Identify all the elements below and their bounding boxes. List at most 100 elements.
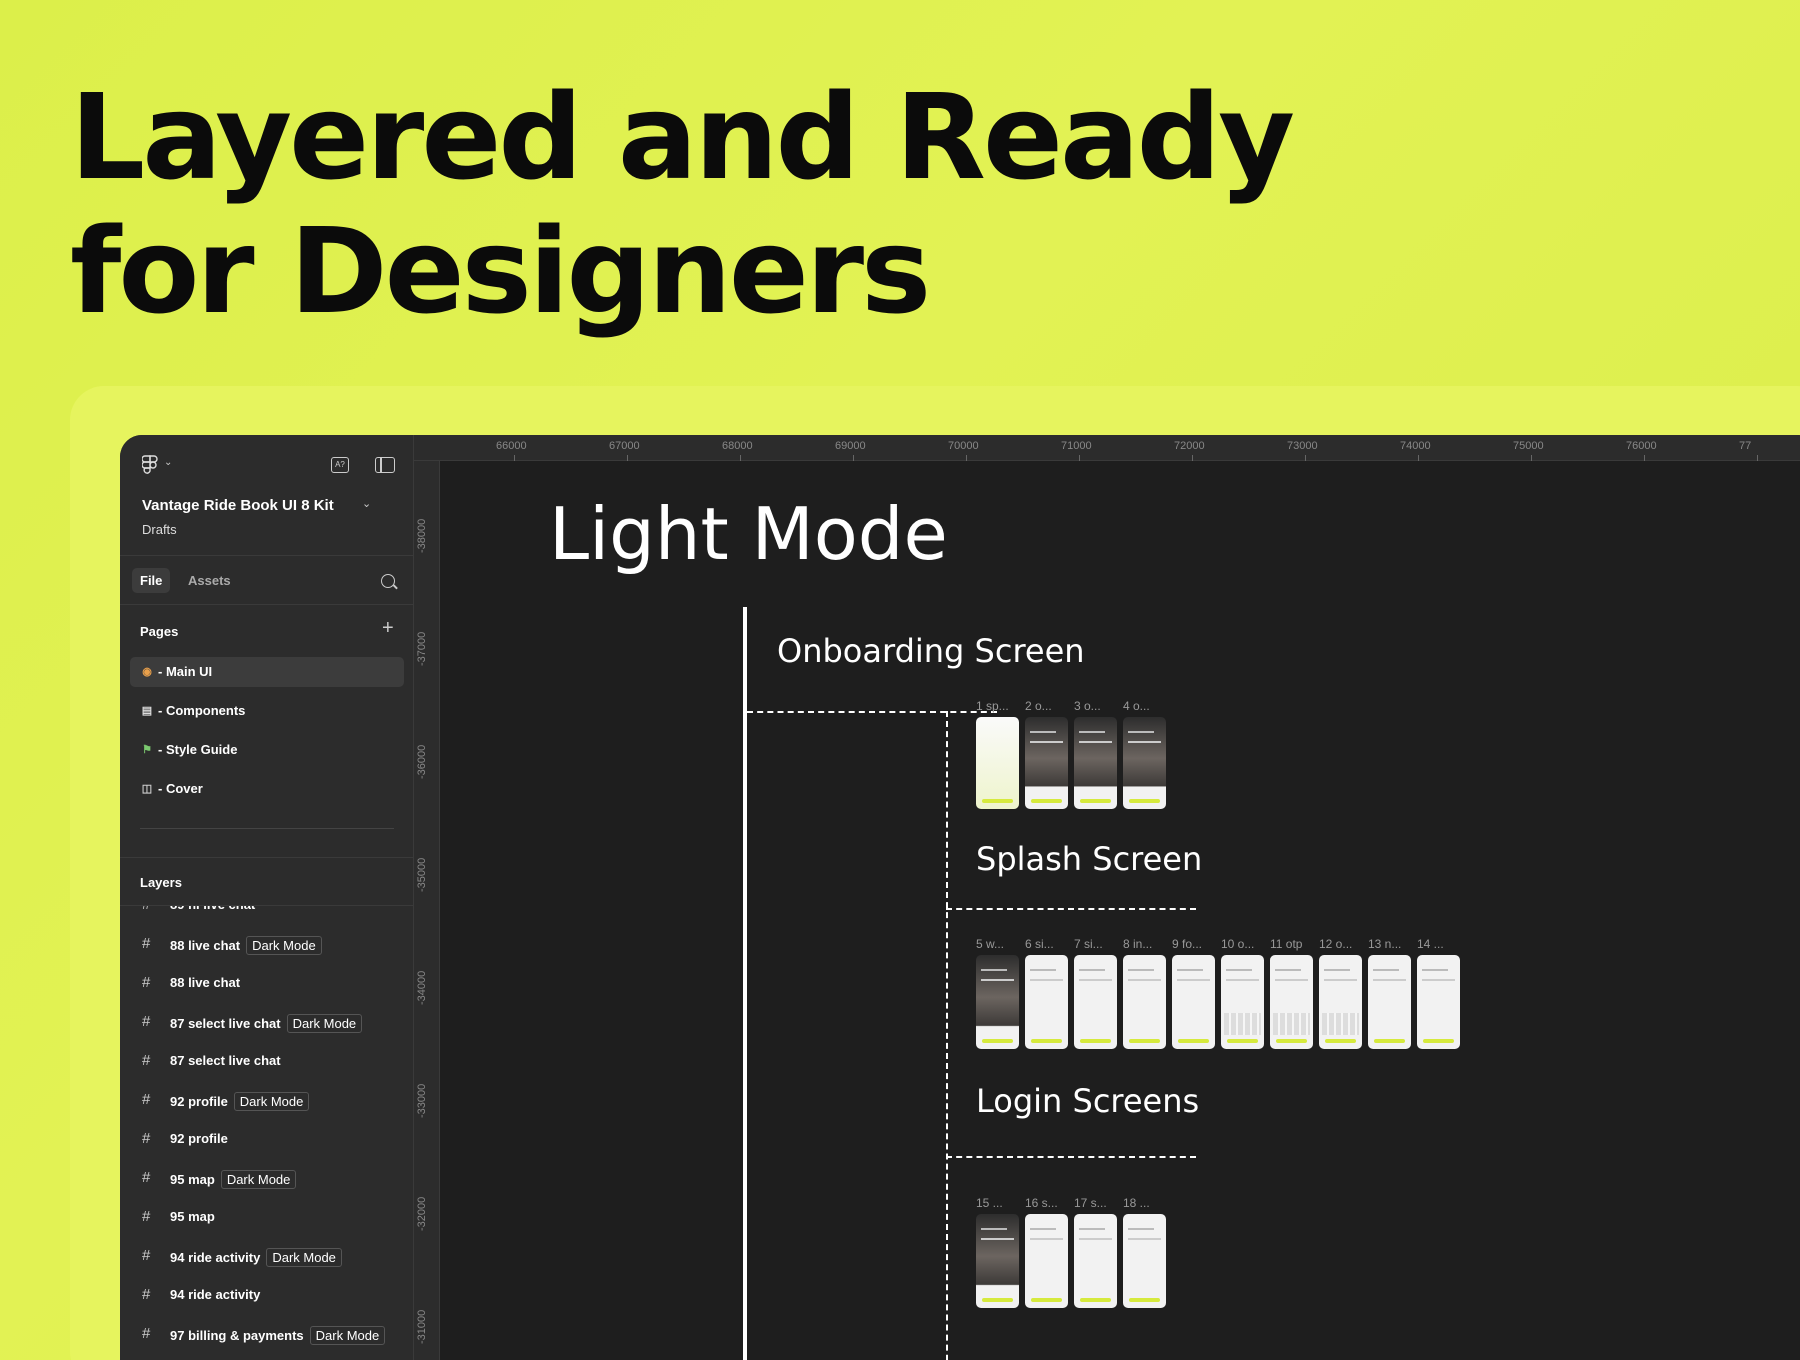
figma-logo-icon[interactable] [142,455,158,475]
frame-icon: # [142,1130,151,1147]
frame-label: 2 o... [1025,699,1052,713]
layer-row[interactable]: #92 profile Dark Mode [120,1085,413,1115]
frame-thumbnail[interactable] [976,1214,1019,1308]
ruler-tick [853,455,854,461]
frame-thumbnail[interactable] [1172,955,1215,1049]
thumb-cta-bar [1227,1039,1258,1043]
sidebar-toolbar: ⌄ A? [120,435,413,487]
design-canvas[interactable]: Light Mode Onboarding Screen Splash Scre… [441,462,1800,1360]
thumb-text-line [1373,979,1406,981]
thumb-cta-bar [1031,1298,1062,1302]
frame-thumbnail[interactable] [1074,717,1117,809]
layer-tag: Dark Mode [286,1014,363,1033]
layer-row[interactable]: #88 live chat [120,968,413,998]
section-label-onboarding: Onboarding Screen [777,632,1085,670]
thumb-cta-bar [1080,799,1111,803]
thumb-text-line [1226,969,1252,971]
frame-thumbnail[interactable] [1074,955,1117,1049]
location-badge[interactable]: Drafts [138,520,181,539]
ruler-label: 67000 [609,440,640,452]
ruler-tick [1079,455,1080,461]
file-name[interactable]: Vantage Ride Book UI 8 Kit [142,497,334,514]
chevron-down-icon[interactable]: ⌄ [362,497,371,510]
layer-label: 89 hi live chat [170,906,255,912]
thumb-cta-bar [1129,1298,1160,1302]
thumb-cta-bar [1423,1039,1454,1043]
frame-thumbnail[interactable] [1319,955,1362,1049]
frame-thumbnail[interactable] [1123,1214,1166,1308]
thumb-text-line [1177,979,1210,981]
frame-thumbnail[interactable] [1025,1214,1068,1308]
ruler-tick [966,455,967,461]
page-item-components[interactable]: ▤ - Components [130,696,404,726]
ruler-label: 77 [1739,440,1752,452]
thumb-text-line [1079,1238,1112,1240]
thumb-cta-bar [1031,799,1062,803]
frame-label: 14 ... [1417,937,1444,951]
layer-row[interactable]: #88 live chat Dark Mode [120,929,413,959]
layer-row[interactable]: #89 hi live chat [120,906,413,920]
layer-row[interactable]: #95 map [120,1202,413,1232]
page-item-style-guide[interactable]: ⚑ - Style Guide [130,735,404,765]
layer-name: 95 map [170,1209,215,1224]
connector-dash [946,908,1196,910]
thumb-cta-bar [982,799,1013,803]
ruler-label: -32000 [416,1196,428,1231]
page-item-main-ui[interactable]: ◉ - Main UI [130,657,404,687]
frame-label: 10 o... [1221,937,1255,951]
chevron-down-icon[interactable]: ⌄ [164,457,172,468]
frame-thumbnail[interactable] [1025,955,1068,1049]
connector-dash [747,711,997,713]
frame-thumbnail[interactable] [1025,717,1068,809]
layer-row[interactable]: #94 ride activity Dark Mode [120,1241,413,1271]
frame-icon: # [142,1286,151,1303]
layer-row[interactable]: #97 billing & payments Dark Mode [120,1319,413,1349]
thumb-cta-bar [1276,1039,1307,1043]
divider [120,857,413,858]
ai-icon[interactable]: A? [331,457,349,473]
frame-thumbnail[interactable] [1368,955,1411,1049]
add-page-icon[interactable]: + [382,617,394,640]
frame-thumbnail[interactable] [1270,955,1313,1049]
tab-file[interactable]: File [132,568,171,593]
thumb-text-line [981,1228,1007,1230]
layer-row[interactable]: #92 profile [120,1124,413,1154]
page-item-cover[interactable]: ◫ - Cover [130,774,404,804]
thumb-text-line [1128,1238,1161,1240]
pages-header: Pages [140,624,179,639]
frame-thumbnail[interactable] [1123,717,1166,809]
frame-thumbnail[interactable] [976,955,1019,1049]
frame-thumbnail[interactable] [976,717,1019,809]
left-sidebar: ⌄ A? Vantage Ride Book UI 8 Kit ⌄ Drafts… [120,435,414,1360]
frame-thumbnail[interactable] [1417,955,1460,1049]
search-icon[interactable] [381,574,395,588]
toggle-panel-icon[interactable] [375,457,395,473]
ruler-label: 74000 [1400,440,1431,452]
frame-thumbnail[interactable] [1123,955,1166,1049]
layer-row[interactable]: #94 ride activity [120,1280,413,1310]
thumb-text-line [1177,969,1203,971]
connector-dash [946,711,948,1360]
layer-label: 88 live chat [170,975,241,990]
divider [140,828,394,829]
layers-list[interactable]: #89 hi live chat#88 live chatDark Mode#8… [120,906,413,1360]
frame-thumbnail[interactable] [1221,955,1264,1049]
layer-tag: Dark Mode [233,1092,310,1111]
layer-row[interactable]: #95 map Dark Mode [120,1163,413,1193]
section-label-login: Login Screens [976,1082,1200,1120]
layer-name: 92 profile [170,1131,228,1146]
frame-icon: # [142,1091,151,1108]
page-icon: ▤ [141,705,153,717]
frame-thumbnail[interactable] [1074,1214,1117,1308]
thumb-cta-bar [1080,1298,1111,1302]
thumb-text-line [1128,1228,1154,1230]
cover-icon: ◫ [141,783,153,795]
section-connector-line [743,607,747,1360]
frame-label: 1 sp... [976,699,1009,713]
layer-row[interactable]: #87 select live chat [120,1046,413,1076]
thumb-text-line [981,1238,1014,1240]
tab-assets[interactable]: Assets [180,568,239,593]
frame-label: 8 in... [1123,937,1153,951]
layer-row[interactable]: #87 select live chat Dark Mode [120,1007,413,1037]
ruler-tick [1192,455,1193,461]
